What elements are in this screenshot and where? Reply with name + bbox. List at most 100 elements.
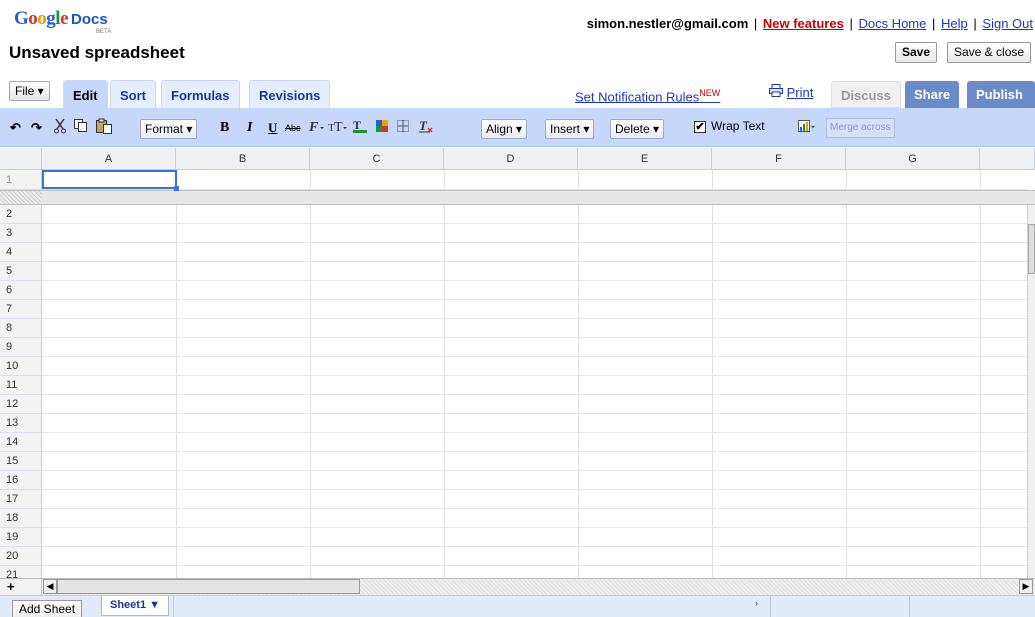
- scroll-right-icon[interactable]: ▶: [1019, 579, 1033, 594]
- row-header-11[interactable]: 11: [0, 376, 42, 395]
- grid-corner[interactable]: [0, 148, 42, 170]
- row-header-21[interactable]: 21: [0, 566, 42, 578]
- row-header-19[interactable]: 19: [0, 528, 42, 547]
- row-header-10[interactable]: 10: [0, 357, 42, 376]
- tab-revisions[interactable]: Revisions: [249, 80, 331, 109]
- tab-edit[interactable]: Edit: [63, 80, 108, 109]
- undo-icon[interactable]: ↶: [10, 118, 21, 138]
- fill-handle[interactable]: [174, 186, 179, 191]
- freeze-divider[interactable]: [0, 190, 1035, 205]
- logo-google: Google: [14, 8, 68, 29]
- freeze-handle[interactable]: [0, 191, 42, 204]
- row-header-6[interactable]: 6: [0, 281, 42, 300]
- column-header-c[interactable]: C: [310, 148, 444, 170]
- column-header-d[interactable]: D: [444, 148, 578, 170]
- text-color-icon[interactable]: T: [352, 118, 368, 138]
- grid-line: [42, 242, 1027, 243]
- print-link[interactable]: Print: [769, 84, 813, 100]
- clear-formatting-icon[interactable]: T: [418, 118, 434, 138]
- row-header-15[interactable]: 15: [0, 452, 42, 471]
- column-header-e[interactable]: E: [578, 148, 712, 170]
- grid-line: [42, 356, 1027, 357]
- tab-formulas[interactable]: Formulas: [161, 80, 240, 109]
- divider: [173, 596, 174, 617]
- row-header-16[interactable]: 16: [0, 471, 42, 490]
- borders-icon[interactable]: [396, 118, 412, 138]
- underline-button[interactable]: U: [268, 118, 277, 138]
- notification-rules-link[interactable]: Set Notification RulesNEW: [575, 88, 720, 104]
- account-links: simon.nestler@gmail.com | New features |…: [587, 16, 1033, 31]
- row-header-14[interactable]: 14: [0, 433, 42, 452]
- horizontal-scroll-thumb[interactable]: [57, 579, 360, 594]
- grid-line: [42, 432, 1027, 433]
- merge-across-button[interactable]: Merge across: [826, 118, 895, 138]
- wrap-text-checkbox[interactable]: ✔: [694, 121, 706, 133]
- row-header-17[interactable]: 17: [0, 490, 42, 509]
- row-header-8[interactable]: 8: [0, 319, 42, 338]
- row-header-5[interactable]: 5: [0, 262, 42, 281]
- redo-icon[interactable]: ↷: [31, 118, 42, 138]
- grid-line: [42, 375, 1027, 376]
- discuss-tab[interactable]: Discuss: [831, 81, 901, 108]
- file-menu-button[interactable]: File ▾: [9, 81, 50, 101]
- column-header-g[interactable]: G: [846, 148, 980, 170]
- bold-button[interactable]: B: [220, 118, 229, 138]
- scroll-left-icon[interactable]: ◀: [43, 579, 57, 594]
- strikethrough-button[interactable]: Abc: [285, 118, 301, 138]
- font-size-icon[interactable]: TT: [328, 118, 348, 138]
- docs-home-link[interactable]: Docs Home: [858, 16, 926, 31]
- selected-cell-a1[interactable]: [42, 170, 177, 189]
- column-header-f[interactable]: F: [712, 148, 846, 170]
- publish-tab[interactable]: Publish: [967, 81, 1035, 108]
- font-icon[interactable]: F: [308, 118, 326, 138]
- format-dropdown[interactable]: Format ▾: [140, 119, 198, 139]
- separator: |: [753, 16, 758, 31]
- column-header-h[interactable]: [980, 148, 1035, 170]
- help-link[interactable]: Help: [941, 16, 968, 31]
- delete-dropdown[interactable]: Delete ▾: [610, 119, 665, 139]
- row-header-20[interactable]: 20: [0, 547, 42, 566]
- row-header-3[interactable]: 3: [0, 224, 42, 243]
- row-header-13[interactable]: 13: [0, 414, 42, 433]
- row-header-2[interactable]: 2: [0, 205, 42, 224]
- divider: [909, 596, 910, 617]
- spreadsheet-grid[interactable]: A B C D E F G 1 2 3 4 5 6 7 8 9 10 11 12…: [0, 148, 1035, 578]
- sign-out-link[interactable]: Sign Out: [982, 16, 1033, 31]
- row-header-1[interactable]: 1: [0, 170, 42, 190]
- document-title[interactable]: Unsaved spreadsheet: [9, 43, 185, 63]
- add-sheet-button[interactable]: Add Sheet: [12, 600, 83, 617]
- background-color-icon[interactable]: [375, 118, 391, 138]
- copy-icon[interactable]: [73, 118, 88, 138]
- paste-icon[interactable]: [95, 118, 113, 138]
- align-dropdown[interactable]: Align ▾: [481, 119, 528, 139]
- add-rows-button[interactable]: +: [0, 578, 42, 595]
- save-button[interactable]: Save: [895, 42, 938, 63]
- grid-line: [310, 170, 311, 578]
- new-features-link[interactable]: New features: [763, 16, 844, 31]
- panel-collapse-icon[interactable]: ›: [755, 598, 758, 608]
- share-tab[interactable]: Share: [905, 81, 960, 108]
- chart-icon[interactable]: [797, 118, 815, 138]
- tab-sort[interactable]: Sort: [110, 80, 156, 109]
- vertical-scroll-thumb[interactable]: [1028, 224, 1035, 274]
- column-header-b[interactable]: B: [176, 148, 310, 170]
- save-close-button[interactable]: Save & close: [947, 42, 1032, 63]
- row-header-4[interactable]: 4: [0, 243, 42, 262]
- column-header-a[interactable]: A: [42, 148, 176, 170]
- grid-line: [42, 527, 1027, 528]
- cut-icon[interactable]: [53, 118, 67, 138]
- italic-button[interactable]: I: [247, 118, 252, 138]
- wrap-text-label: Wrap Text: [711, 119, 765, 133]
- row-header-12[interactable]: 12: [0, 395, 42, 414]
- grid-line: [42, 189, 1027, 190]
- row-header-18[interactable]: 18: [0, 509, 42, 528]
- grid-line: [42, 337, 1027, 338]
- grid-line: [42, 394, 1027, 395]
- sheet-tab-sheet1[interactable]: Sheet1 ▼: [101, 596, 170, 616]
- logo-beta: BETA: [96, 29, 112, 35]
- insert-dropdown[interactable]: Insert ▾: [545, 119, 595, 139]
- grid-line: [42, 489, 1027, 490]
- row-header-9[interactable]: 9: [0, 338, 42, 357]
- google-docs-logo[interactable]: Google Docs BETA: [14, 8, 112, 35]
- row-header-7[interactable]: 7: [0, 300, 42, 319]
